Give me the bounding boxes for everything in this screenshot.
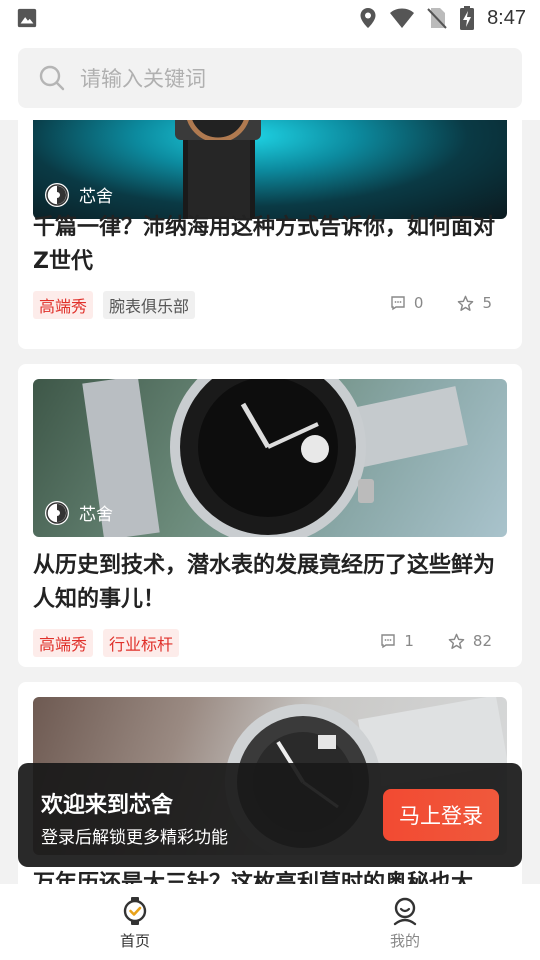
tag[interactable]: 高端秀 bbox=[33, 629, 94, 657]
search-input[interactable]: 请输入关键词 bbox=[18, 48, 522, 108]
article-card[interactable]: 芯舍 千篇一律？沛纳海用这种方式告诉你，如何面对Z世代 高端秀 腕表俱乐部 0 … bbox=[18, 120, 522, 349]
tag[interactable]: 行业标杆 bbox=[103, 629, 180, 657]
favorite-count-value: 5 bbox=[482, 294, 492, 312]
user-icon bbox=[393, 897, 417, 926]
article-stats: 0 5 bbox=[390, 294, 492, 312]
article-tags: 高端秀 行业标杆 bbox=[33, 629, 180, 657]
article-title[interactable]: 从历史到技术，潜水表的发展竟经历了这些鲜为人知的事儿！ bbox=[33, 549, 507, 617]
banner-title: 欢迎来到芯舍 bbox=[41, 793, 174, 818]
tag[interactable]: 高端秀 bbox=[33, 291, 94, 319]
tab-home[interactable]: 首页 bbox=[0, 884, 270, 960]
banner-subtitle: 登录后解锁更多精彩功能 bbox=[41, 828, 228, 848]
location-icon bbox=[360, 8, 376, 28]
watch-home-icon bbox=[123, 897, 147, 925]
bottom-tab-bar: 首页 我的 bbox=[0, 884, 540, 960]
wifi-icon bbox=[390, 8, 415, 28]
article-source: 芯舍 bbox=[45, 500, 113, 525]
source-name: 芯舍 bbox=[79, 187, 113, 207]
tag[interactable]: 腕表俱乐部 bbox=[103, 291, 196, 319]
battery-charging-icon bbox=[460, 6, 475, 30]
article-image[interactable]: 芯舍 bbox=[33, 379, 507, 537]
search-icon bbox=[39, 65, 65, 91]
comment-count-value: 0 bbox=[413, 294, 424, 312]
source-logo bbox=[45, 182, 69, 207]
article-title[interactable]: 千篇一律？沛纳海用这种方式告诉你，如何面对Z世代 bbox=[33, 211, 507, 279]
favorite-count[interactable]: 5 bbox=[457, 294, 492, 312]
favorite-count[interactable]: 82 bbox=[448, 632, 492, 650]
comment-icon bbox=[391, 296, 405, 311]
search-header: 请输入关键词 bbox=[0, 36, 540, 120]
login-button[interactable]: 马上登录 bbox=[383, 789, 499, 841]
star-icon bbox=[448, 633, 465, 649]
source-logo bbox=[45, 500, 69, 525]
tab-mine-label: 我的 bbox=[389, 932, 420, 950]
article-source: 芯舍 bbox=[45, 182, 113, 207]
comment-icon bbox=[381, 634, 396, 649]
article-card[interactable]: 芯舍 从历史到技术，潜水表的发展竟经历了这些鲜为人知的事儿！ 高端秀 行业标杆 … bbox=[18, 364, 522, 667]
status-bar: 8:47 bbox=[0, 0, 540, 36]
star-icon bbox=[458, 295, 474, 311]
image-notification-icon bbox=[17, 8, 37, 28]
no-sim-icon bbox=[427, 8, 447, 29]
tab-mine[interactable]: 我的 bbox=[270, 884, 540, 960]
favorite-count-value: 82 bbox=[472, 632, 492, 650]
status-time: 8:47 bbox=[487, 6, 526, 29]
article-tags: 高端秀 腕表俱乐部 bbox=[33, 291, 196, 319]
tab-home-label: 首页 bbox=[119, 932, 150, 950]
article-stats: 1 82 bbox=[380, 632, 492, 650]
source-name: 芯舍 bbox=[79, 505, 113, 525]
comment-count[interactable]: 1 bbox=[380, 632, 414, 650]
search-placeholder: 请输入关键词 bbox=[80, 67, 206, 91]
article-title[interactable]: 万年历还是大三针？这枚高利莫时的奥秘也大 bbox=[33, 867, 507, 884]
comment-count[interactable]: 0 bbox=[390, 294, 424, 312]
comment-count-value: 1 bbox=[404, 632, 414, 650]
login-banner: 欢迎来到芯舍 登录后解锁更多精彩功能 马上登录 bbox=[18, 763, 522, 867]
article-image[interactable]: 芯舍 bbox=[33, 120, 507, 219]
